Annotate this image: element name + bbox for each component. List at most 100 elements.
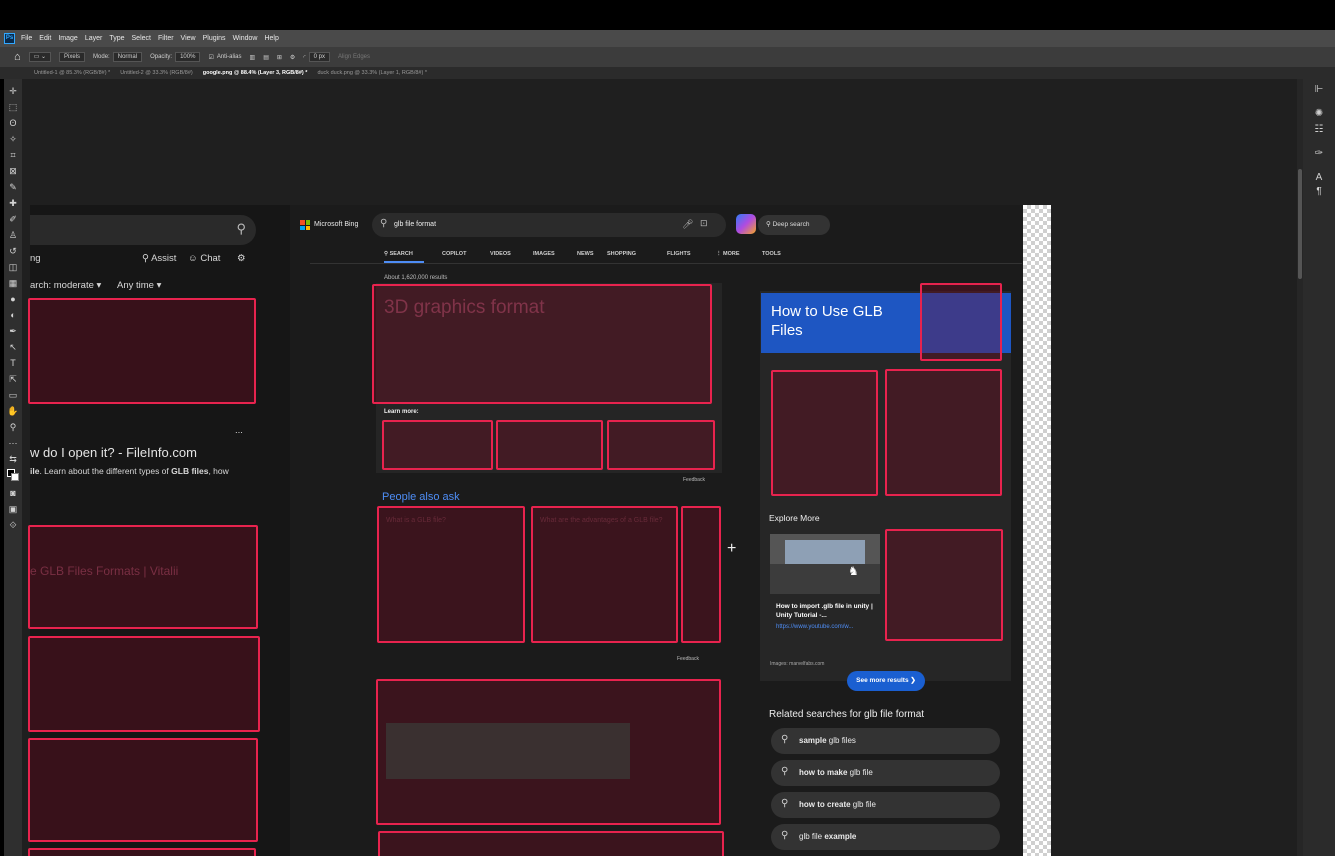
rectangle-tool-icon[interactable]: ▭	[7, 389, 19, 401]
color-swap-icon[interactable]: ⇆	[7, 453, 19, 465]
dodge-tool-icon[interactable]: ◐	[7, 309, 19, 321]
tab-duck-duck-png[interactable]: duck duck.png @ 33.3% (Layer 1, RGB/8#) …	[317, 70, 427, 76]
chat-link: ☺ Chat	[188, 253, 221, 264]
adjustments-icon[interactable]: ✺	[1312, 107, 1326, 121]
menu-filter[interactable]: Filter	[158, 35, 174, 42]
search-icon: ⚲	[781, 766, 789, 777]
quick-mask-icon[interactable]: ◙	[7, 487, 19, 499]
nav-videos: VIDEOS	[490, 251, 511, 257]
opacity-control[interactable]: Opacity: 100%	[150, 52, 201, 62]
brush-tool-icon[interactable]: ✐	[7, 213, 19, 225]
menu-window[interactable]: Window	[233, 35, 258, 42]
hand-tool-icon[interactable]: ✋	[7, 405, 19, 417]
canvas-workspace[interactable]: ⚲ ng ⚲ Assist ☺ Chat ⚙ arch: moderate ▾ …	[22, 79, 1297, 856]
faint-result-title: e GLB Files Formats | Vitalii	[30, 564, 179, 578]
healing-brush-tool-icon[interactable]: ✚	[7, 197, 19, 209]
nav-tools: TOOLS	[762, 251, 781, 257]
menu-image[interactable]: Image	[58, 35, 77, 42]
menu-select[interactable]: Select	[132, 35, 151, 42]
deep-search-button: ⚲ Deep search	[758, 215, 830, 235]
more-tools-icon[interactable]: ⋯	[7, 437, 19, 449]
libraries-icon[interactable]: ☷	[1312, 123, 1326, 137]
path-arrangement-icon[interactable]: ⊞	[277, 54, 282, 61]
crosshair-cursor-icon: +	[727, 540, 737, 557]
bing-query: glb file format	[394, 221, 437, 228]
crop-tool-icon[interactable]: ⌗	[7, 149, 19, 161]
path-operations-icon[interactable]: ▥	[250, 54, 256, 61]
safesearch-filter: arch: moderate ▾	[30, 280, 102, 291]
paa-question-2: What are the advantages of a GLB file?	[540, 517, 663, 524]
video-title: How to import .glb file in unity | Unity…	[776, 603, 873, 619]
tab-untitled-2[interactable]: Untitled-2 @ 33.3% (RGB/8#)	[120, 70, 193, 76]
see-more-results-button: See more results ❯	[847, 671, 925, 691]
photoshop-window: Ps File Edit Image Layer Type Select Fil…	[0, 0, 1335, 856]
gradient-tool-icon[interactable]: ▦	[7, 277, 19, 289]
eraser-tool-icon[interactable]: ◫	[7, 261, 19, 273]
properties-icon[interactable]: ⊩	[1312, 83, 1326, 97]
search-icon: ⚲	[380, 218, 388, 229]
nav-search-underline	[384, 261, 424, 263]
annotation-box	[920, 283, 1002, 361]
nav-more: ⋮ MORE	[716, 251, 740, 257]
menu-layer[interactable]: Layer	[85, 35, 103, 42]
type-tool-icon[interactable]: T	[7, 357, 19, 369]
menu-type[interactable]: Type	[109, 35, 124, 42]
transparent-canvas-area	[1023, 205, 1051, 856]
related-search-item: ⚲ how to make glb file	[771, 760, 1000, 786]
history-brush-tool-icon[interactable]: ↺	[7, 245, 19, 257]
mode-control[interactable]: Mode: Normal	[93, 52, 143, 62]
related-searches-heading: Related searches for glb file format	[769, 709, 925, 720]
brush-settings-icon[interactable]: ✑	[1312, 147, 1326, 161]
path-alignment-icon[interactable]: ▤	[263, 54, 269, 61]
annotation-box	[681, 506, 721, 643]
blur-tool-icon[interactable]: ●	[7, 293, 19, 305]
tab-untitled-1[interactable]: Untitled-1 @ 85.3% (RGB/8#) *	[34, 70, 110, 76]
antialias-checkbox[interactable]: ☑ Anti-alias	[208, 54, 241, 61]
menu-view[interactable]: View	[181, 35, 196, 42]
answer-title: 3D graphics format	[384, 297, 545, 318]
eyedropper-tool-icon[interactable]: ✎	[7, 181, 19, 193]
menu-edit[interactable]: Edit	[39, 35, 51, 42]
menu-help[interactable]: Help	[264, 35, 278, 42]
nav-divider	[310, 263, 1022, 264]
left-result-snippet: ile. Learn about the different types of …	[30, 466, 229, 476]
home-icon[interactable]: ⌂	[14, 51, 21, 63]
frame-tool-icon[interactable]: ⊠	[7, 165, 19, 177]
tools-panel: ✛ ⬚ ʘ ✧ ⌗ ⊠ ✎ ✚ ✐ ♙ ↺ ◫ ▦ ● ◐ ✒ ↖ T ⇱ ▭ …	[4, 79, 22, 856]
stroke-width-control[interactable]: ◜ 0 px	[303, 52, 330, 62]
unity-logo-icon: ♞	[848, 564, 859, 578]
menu-plugins[interactable]: Plugins	[203, 35, 226, 42]
scrollbar-thumb[interactable]	[1298, 169, 1302, 279]
clone-stamp-tool-icon[interactable]: ♙	[7, 229, 19, 241]
magic-wand-tool-icon[interactable]: ✧	[7, 133, 19, 145]
search-icon: ⚲	[781, 734, 789, 745]
move-tool-icon[interactable]: ✛	[7, 85, 19, 97]
path-selection-tool-icon[interactable]: ↖	[7, 341, 19, 353]
foreground-background-colors[interactable]	[7, 469, 19, 481]
screen-mode-icon[interactable]: ▣	[7, 503, 19, 515]
time-filter: Any time ▾	[117, 280, 162, 291]
microsoft-logo-icon	[300, 220, 310, 230]
style-select[interactable]: Pixels	[59, 52, 86, 62]
shape-tool-preset[interactable]: ▭ ⌄	[28, 52, 52, 62]
lasso-tool-icon[interactable]: ʘ	[7, 117, 19, 129]
right-panel-strip: ⊩ ✺ ☷ ✑ A ¶	[1303, 79, 1335, 856]
menu-file[interactable]: File	[21, 35, 32, 42]
generative-fill-icon[interactable]: ⟐	[7, 519, 19, 531]
marquee-tool-icon[interactable]: ⬚	[7, 101, 19, 113]
visual-search-icon: ⊡	[700, 218, 708, 228]
tab-google-png[interactable]: google.png @ 88.4% (Layer 3, RGB/8#) *	[203, 70, 308, 76]
feedback-link: Feedback	[683, 477, 705, 483]
align-edges-checkbox[interactable]: Align Edges	[338, 54, 370, 60]
pen-tool-icon[interactable]: ✒	[7, 325, 19, 337]
paragraph-icon[interactable]: ¶	[1312, 185, 1326, 199]
gear-icon[interactable]: ⚙	[290, 54, 295, 61]
assist-link: ⚲ Assist	[142, 253, 177, 264]
nav-images: IMAGES	[533, 251, 555, 257]
zoom-tool-icon[interactable]: ⚲	[7, 421, 19, 433]
direct-selection-tool-icon[interactable]: ⇱	[7, 373, 19, 385]
related-search-item: ⚲ how to create glb file	[771, 792, 1000, 818]
knowledge-title: How to Use GLB Files	[771, 303, 883, 339]
annotation-box	[531, 506, 678, 643]
character-icon[interactable]: A	[1312, 171, 1326, 185]
